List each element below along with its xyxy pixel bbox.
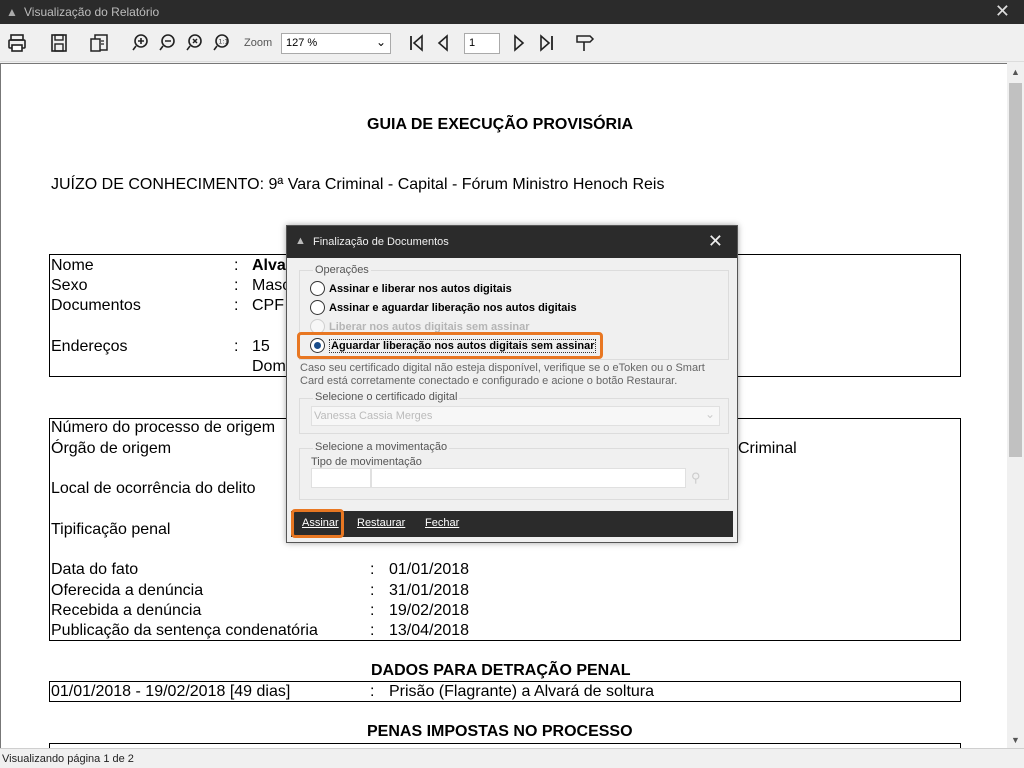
operacoes-legend: Operações	[313, 264, 371, 276]
label-local-delito: Local de ocorrência do delito	[51, 480, 256, 497]
radio-button[interactable]	[310, 300, 325, 315]
certificate-help-text: Caso seu certificado digital não esteja …	[300, 362, 705, 387]
vertical-scrollbar[interactable]: ▲ ▼	[1007, 63, 1024, 748]
last-page-icon[interactable]	[535, 32, 557, 54]
label-documentos: Documentos	[51, 297, 141, 314]
option-label: Assinar e aguardar liberação nos autos d…	[329, 302, 577, 314]
export-icon[interactable]	[88, 32, 110, 54]
detracao-period: 01/01/2018 - 19/02/2018 [49 dias]	[51, 683, 291, 700]
mov-type-label: Tipo de movimentação	[311, 456, 422, 468]
report-toolbar: 1:1 Zoom 127 % ⌄ 1	[0, 24, 1024, 62]
chevron-down-icon: ⌄	[704, 407, 715, 421]
highlight-box	[297, 332, 603, 359]
dialog-title: Finalização de Documentos	[313, 236, 449, 248]
sep: :	[370, 683, 375, 700]
zoom-select[interactable]: 127 % ⌄	[281, 33, 391, 54]
cert-legend: Selecione o certificado digital	[313, 391, 460, 403]
value-documentos: CPF	[252, 297, 284, 314]
value-endereco-numero: 15	[252, 338, 270, 355]
first-page-icon[interactable]	[406, 32, 428, 54]
report-title: GUIA DE EXECUÇÃO PROVISÓRIA	[367, 116, 634, 133]
label-numero-processo: Número do processo de origem	[51, 419, 276, 436]
mov-legend: Selecione a movimentação	[313, 441, 450, 453]
dialog-titlebar: ▲ Finalização de Documentos ✕	[287, 226, 737, 258]
sep: :	[370, 582, 375, 599]
window-close-icon[interactable]: ✕	[995, 1, 1010, 22]
zoom-in-icon[interactable]	[131, 32, 153, 54]
zoom-out-icon[interactable]	[158, 32, 180, 54]
sep: :	[370, 622, 375, 639]
penas-heading: PENAS IMPOSTAS NO PROCESSO	[367, 723, 633, 740]
label-recebida: Recebida a denúncia	[51, 602, 202, 619]
movimentacao-description-input[interactable]	[371, 468, 686, 488]
label-orgao-origem: Órgão de origem	[51, 440, 172, 457]
zoom-label: Zoom	[244, 37, 273, 49]
svg-text:1:1: 1:1	[219, 39, 229, 46]
label-publicacao: Publicação da sentença condenatória	[51, 622, 318, 639]
print-icon[interactable]	[6, 32, 28, 54]
detracao-desc: Prisão (Flagrante) a Alvará de soltura	[389, 683, 655, 700]
restaurar-button[interactable]: Restaurar	[357, 517, 405, 529]
signpost-icon[interactable]	[574, 32, 596, 54]
label-oferecida: Oferecida a denúncia	[51, 582, 204, 599]
option-label: Assinar e liberar nos autos digitais	[329, 283, 512, 295]
fechar-button[interactable]: Fechar	[425, 517, 459, 529]
zoom-fit-icon[interactable]	[185, 32, 207, 54]
page-number-input[interactable]: 1	[464, 33, 500, 54]
scroll-down-icon[interactable]: ▼	[1011, 735, 1020, 745]
label-enderecos: Endereços	[51, 338, 128, 355]
window-title: Visualização do Relatório	[24, 5, 160, 19]
value-orgao-origem: Criminal	[738, 440, 797, 457]
scrollbar-thumb[interactable]	[1009, 83, 1022, 457]
value-publicacao: 13/04/2018	[389, 622, 470, 639]
app-logo-icon: ▲	[295, 235, 306, 247]
radio-button[interactable]	[310, 281, 325, 296]
value-data-fato: 01/01/2018	[389, 561, 470, 578]
previous-page-icon[interactable]	[432, 32, 454, 54]
label-tipificacao: Tipificação penal	[51, 521, 171, 538]
label-sexo: Sexo	[51, 277, 88, 294]
next-page-icon[interactable]	[508, 32, 530, 54]
dialog-close-icon[interactable]: ✕	[708, 231, 723, 252]
sep: :	[234, 338, 239, 355]
sep: :	[234, 257, 239, 274]
juizo-line: JUÍZO DE CONHECIMENTO: 9ª Vara Criminal …	[51, 176, 665, 193]
save-icon[interactable]	[48, 32, 70, 54]
sep: :	[370, 602, 375, 619]
scroll-up-icon[interactable]: ▲	[1011, 67, 1020, 77]
status-text: Visualizando página 1 de 2	[2, 753, 134, 765]
sep: :	[234, 277, 239, 294]
movimentacao-code-input[interactable]	[311, 468, 371, 488]
label-nome: Nome	[51, 257, 94, 274]
certificate-value: Vanessa Cassia Merges	[314, 410, 433, 422]
value-endereco-tipo: Dom	[252, 358, 286, 375]
detracao-heading: DADOS PARA DETRAÇÃO PENAL	[371, 662, 631, 679]
dialog-footer: Assinar Restaurar Fechar	[291, 511, 733, 537]
sep: :	[234, 297, 239, 314]
zoom-value: 127 %	[286, 37, 318, 49]
window-titlebar: ▲ Visualização do Relatório ✕	[0, 0, 1024, 24]
app-logo-icon: ▲	[6, 5, 18, 19]
highlight-box	[291, 509, 344, 538]
label-data-fato: Data do fato	[51, 561, 139, 578]
certificate-select[interactable]: Vanessa Cassia Merges ⌄	[311, 406, 720, 426]
value-oferecida: 31/01/2018	[389, 582, 470, 599]
value-sexo: Masc	[252, 277, 291, 294]
zoom-actual-size-icon[interactable]: 1:1	[212, 32, 234, 54]
search-icon[interactable]: ⚲	[691, 470, 701, 486]
chevron-down-icon: ⌄	[375, 35, 386, 49]
finalizacao-dialog: ▲ Finalização de Documentos ✕ Operações …	[286, 225, 738, 543]
status-bar: Visualizando página 1 de 2	[0, 748, 1024, 768]
value-recebida: 19/02/2018	[389, 602, 470, 619]
sep: :	[370, 561, 375, 578]
